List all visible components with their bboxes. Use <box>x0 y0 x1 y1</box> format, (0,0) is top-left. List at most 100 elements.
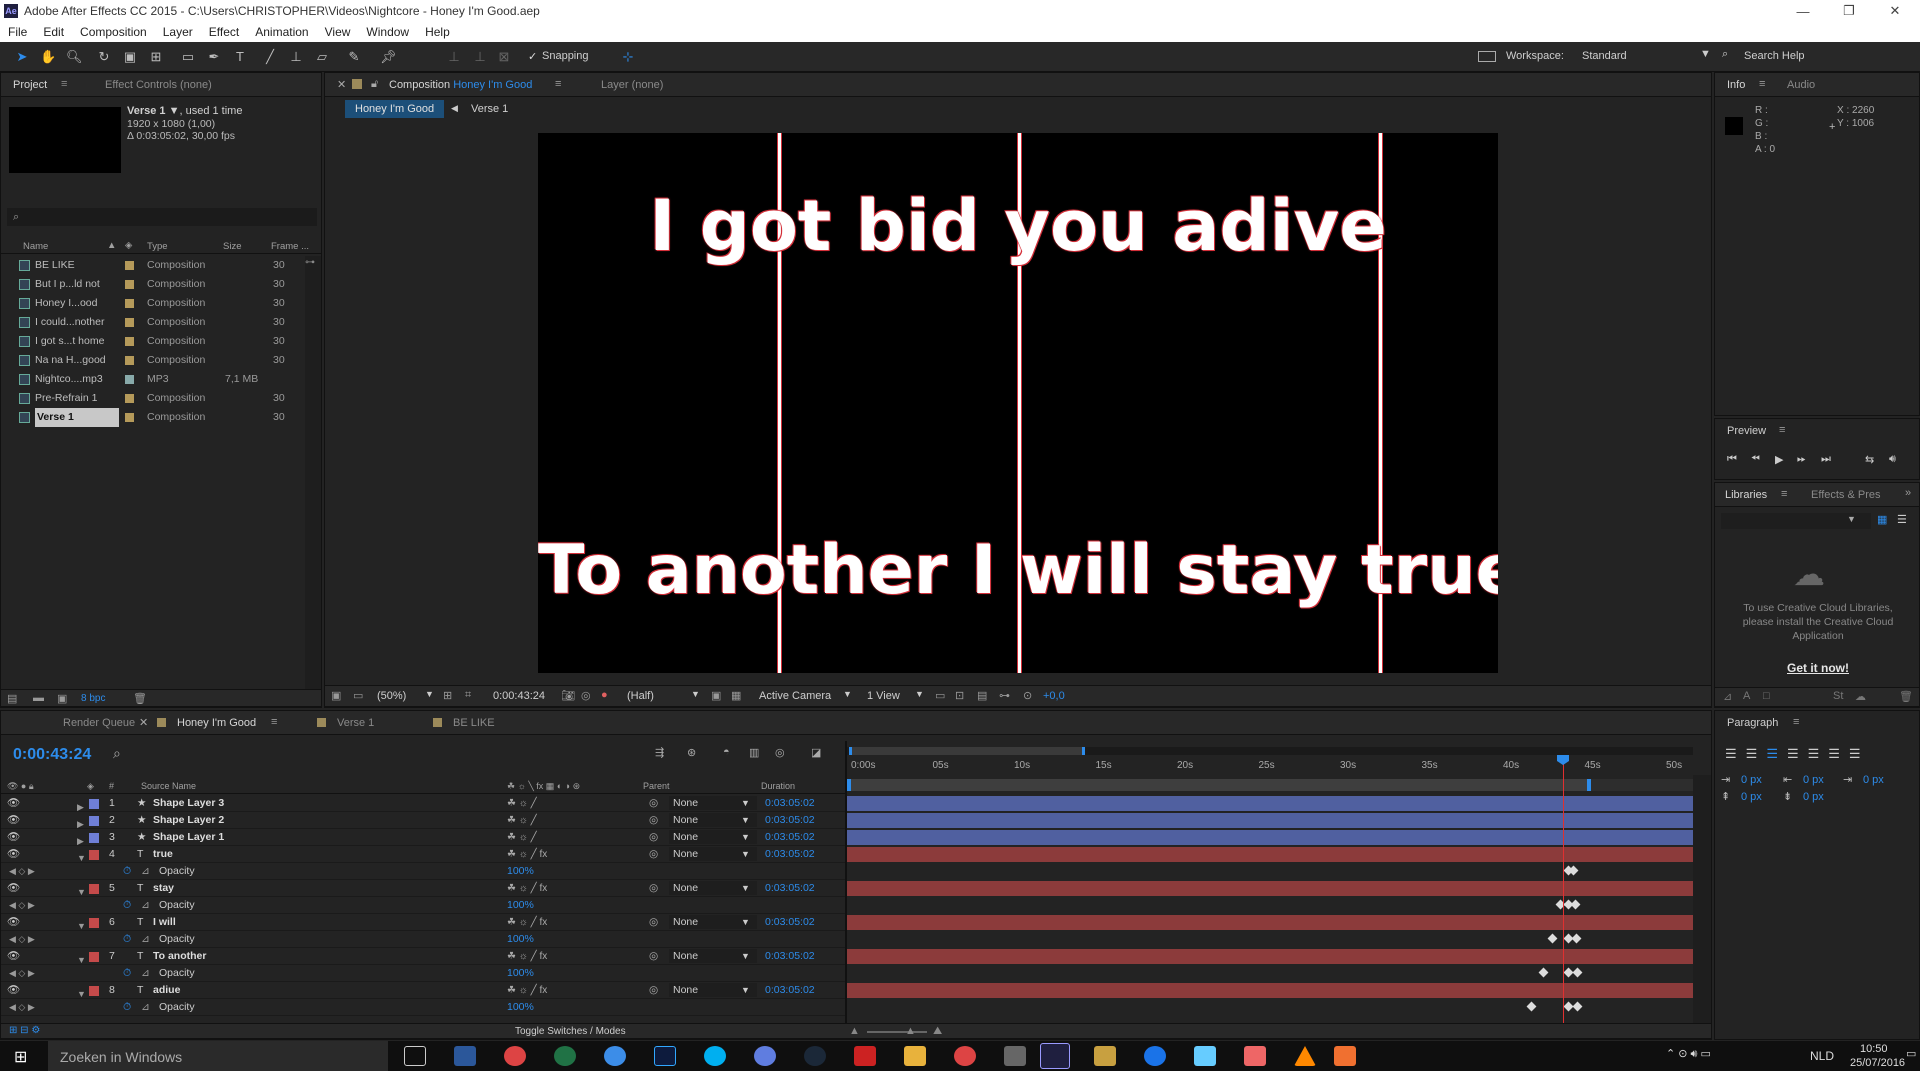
label-color-swatch[interactable] <box>89 952 99 962</box>
app-icon[interactable] <box>1334 1046 1356 1066</box>
keyframe-icon[interactable] <box>1572 967 1583 978</box>
layer-name[interactable]: To another <box>153 948 206 965</box>
tray-icons[interactable]: ⌃ ⊙ 🔊︎ ▭ <box>1666 1047 1711 1061</box>
app-icon[interactable] <box>1194 1046 1216 1066</box>
minimize-button[interactable]: — <box>1780 0 1826 22</box>
label-color-swatch[interactable] <box>89 799 99 809</box>
project-item[interactable]: I could...nother Composition 30 <box>1 313 305 332</box>
roi-icon[interactable]: ▣ <box>711 689 721 702</box>
layer-duration[interactable]: 0:03:05:02 <box>765 846 815 863</box>
keyframe-nav-icon[interactable]: ◀ ◇ ▶ <box>9 931 35 948</box>
tab-audio[interactable]: Audio <box>1787 74 1815 96</box>
layer-switches[interactable]: ☘ ☼ ╱ <box>507 829 537 846</box>
chrome-icon[interactable] <box>954 1046 976 1066</box>
snap-icon[interactable]: ⊹ <box>620 49 636 65</box>
input-language[interactable]: NLD <box>1810 1049 1834 1063</box>
app-icon[interactable] <box>1004 1046 1026 1066</box>
pickwhip-icon[interactable]: ◎ <box>649 812 658 829</box>
layer-row[interactable]: 👁︎ ▼ 8 Tadiue ☘ ☼ ╱ fx ◎ None ▼ 0:03:05:02 <box>1 982 845 999</box>
keyframe-nav-icon[interactable]: ◀ ◇ ▶ <box>9 897 35 914</box>
clone-stamp-tool-icon[interactable]: ⊥ <box>288 49 304 65</box>
comp-mini-flowchart-icon[interactable]: ⇶ <box>655 746 664 759</box>
new-folder-icon[interactable]: ▬ <box>33 692 44 704</box>
tab-project[interactable]: Project <box>13 74 47 96</box>
layer-name[interactable]: Shape Layer 2 <box>153 812 224 829</box>
property-row[interactable]: ◀ ◇ ▶ ⏱︎ ⊿ Opacity 100% <box>1 931 845 948</box>
clock-date[interactable]: 25/07/2016 <box>1850 1057 1905 1069</box>
flowchart-icon[interactable]: ⊶ <box>999 689 1010 702</box>
layer-duration[interactable]: 0:03:05:02 <box>765 948 815 965</box>
pickwhip-icon[interactable]: ◎ <box>649 829 658 846</box>
property-value[interactable]: 100% <box>507 863 534 880</box>
graph-icon[interactable]: ⊿ <box>141 965 150 982</box>
snapshot-icon[interactable]: 📷︎ <box>561 689 575 702</box>
dropdown-icon[interactable]: ▼ <box>741 812 750 829</box>
app-icon[interactable] <box>1244 1046 1266 1066</box>
selection-tool-icon[interactable]: ➤ <box>14 49 30 65</box>
prev-frame-icon[interactable]: ⏪︎ <box>1751 453 1760 466</box>
label-color-swatch[interactable] <box>89 833 99 843</box>
tab-composition-name[interactable]: Honey I'm Good <box>453 79 532 91</box>
col-parent[interactable]: Parent <box>643 781 670 791</box>
layer-duration-bar[interactable] <box>847 915 1693 930</box>
trash-icon[interactable]: 🗑︎ <box>133 692 147 705</box>
project-item[interactable]: Verse 1 Composition 30 <box>1 408 305 427</box>
project-item[interactable]: Na na H...good Composition 30 <box>1 351 305 370</box>
tab-honey-im-good[interactable]: Honey I'm Good <box>177 712 256 734</box>
project-item[interactable]: Nightco....mp3 MP3 7,1 MB <box>1 370 305 389</box>
indent-left-value[interactable]: 0 px <box>1741 774 1762 786</box>
task-view-icon[interactable] <box>404 1046 426 1066</box>
current-time[interactable]: 0:00:43:24 <box>493 690 545 702</box>
layer-row[interactable]: 👁︎ ▼ 5 Tstay ☘ ☼ ╱ fx ◎ None ▼ 0:03:05:02 <box>1 880 845 897</box>
breadcrumb-active[interactable]: Honey I'm Good <box>345 100 445 118</box>
app-icon[interactable] <box>604 1046 626 1066</box>
dropdown-icon[interactable]: ▼ <box>741 846 750 863</box>
reset-exposure-icon[interactable]: ⊙ <box>1023 689 1032 702</box>
eye-icon[interactable]: 👁︎ <box>7 914 20 931</box>
layer-name[interactable]: stay <box>153 880 174 897</box>
layer-name[interactable]: adiue <box>153 982 180 999</box>
app-icon[interactable] <box>1094 1046 1116 1066</box>
layer-duration[interactable]: 0:03:05:02 <box>765 880 815 897</box>
layer-duration-bar[interactable] <box>847 830 1693 845</box>
hand-tool-icon[interactable]: ✋ <box>40 49 56 65</box>
time-navigator[interactable] <box>847 747 1693 755</box>
pixel-aspect-icon[interactable]: ▭ <box>935 689 945 702</box>
timeline-timecode[interactable]: 0:00:43:24 <box>13 746 91 764</box>
pickwhip-icon[interactable]: ◎ <box>649 846 658 863</box>
property-value[interactable]: 100% <box>507 931 534 948</box>
layer-name[interactable]: Shape Layer 1 <box>153 829 224 846</box>
photoshop-icon[interactable] <box>654 1046 676 1066</box>
menu-help[interactable]: Help <box>417 25 458 39</box>
dropdown-icon[interactable]: ▼ <box>741 982 750 999</box>
keyframe-icon[interactable] <box>1547 933 1558 944</box>
search-icon[interactable]: ⌕ <box>113 745 121 762</box>
layer-switches[interactable]: ☘ ☼ ╱ fx <box>507 880 547 897</box>
panel-overflow-icon[interactable]: » <box>1905 487 1911 499</box>
layer-switches-icon[interactable]: ⊞ ⊟ ⚙ <box>9 1025 40 1036</box>
draft-3d-icon[interactable]: ⊛ <box>687 746 696 759</box>
project-item[interactable]: Pre-Refrain 1 Composition 30 <box>1 389 305 408</box>
keyframe-icon[interactable] <box>1526 1001 1537 1012</box>
keyframe-icon[interactable] <box>1571 933 1582 944</box>
layer-row[interactable]: 👁︎ ▶ 3 ★ Shape Layer 1 ☘ ☼ ╱ ◎ None ▼ 0:03:05:02 <box>1 829 845 846</box>
layer-duration[interactable]: 0:03:05:02 <box>765 812 815 829</box>
dropdown-icon[interactable]: ▼ <box>843 689 852 699</box>
grid-view-icon[interactable]: ▦ <box>1877 513 1887 526</box>
playhead[interactable] <box>1563 755 1564 1023</box>
menu-effect[interactable]: Effect <box>201 25 247 39</box>
toggle-switches-modes[interactable]: Toggle Switches / Modes <box>515 1026 626 1037</box>
dropdown-icon[interactable]: ▼ <box>741 948 750 965</box>
audio-icon[interactable]: 🔊︎ <box>1889 453 1896 466</box>
first-frame-icon[interactable]: ⏮ <box>1727 453 1737 466</box>
zoom-slider[interactable] <box>867 1031 927 1033</box>
stopwatch-icon[interactable]: ⏱︎ <box>123 897 131 914</box>
zoom-out-icon[interactable]: ▲ <box>849 1025 860 1037</box>
property-row[interactable]: ◀ ◇ ▶ ⏱︎ ⊿ Opacity 100% <box>1 999 845 1016</box>
exposure-value[interactable]: +0,0 <box>1043 690 1065 702</box>
menu-composition[interactable]: Composition <box>72 25 155 39</box>
steam-icon[interactable] <box>804 1046 826 1066</box>
layer-name[interactable]: I will <box>153 914 176 931</box>
add-graphic-icon[interactable]: ⊿ <box>1723 690 1732 703</box>
get-it-now-link[interactable]: Get it now! <box>1715 661 1920 675</box>
